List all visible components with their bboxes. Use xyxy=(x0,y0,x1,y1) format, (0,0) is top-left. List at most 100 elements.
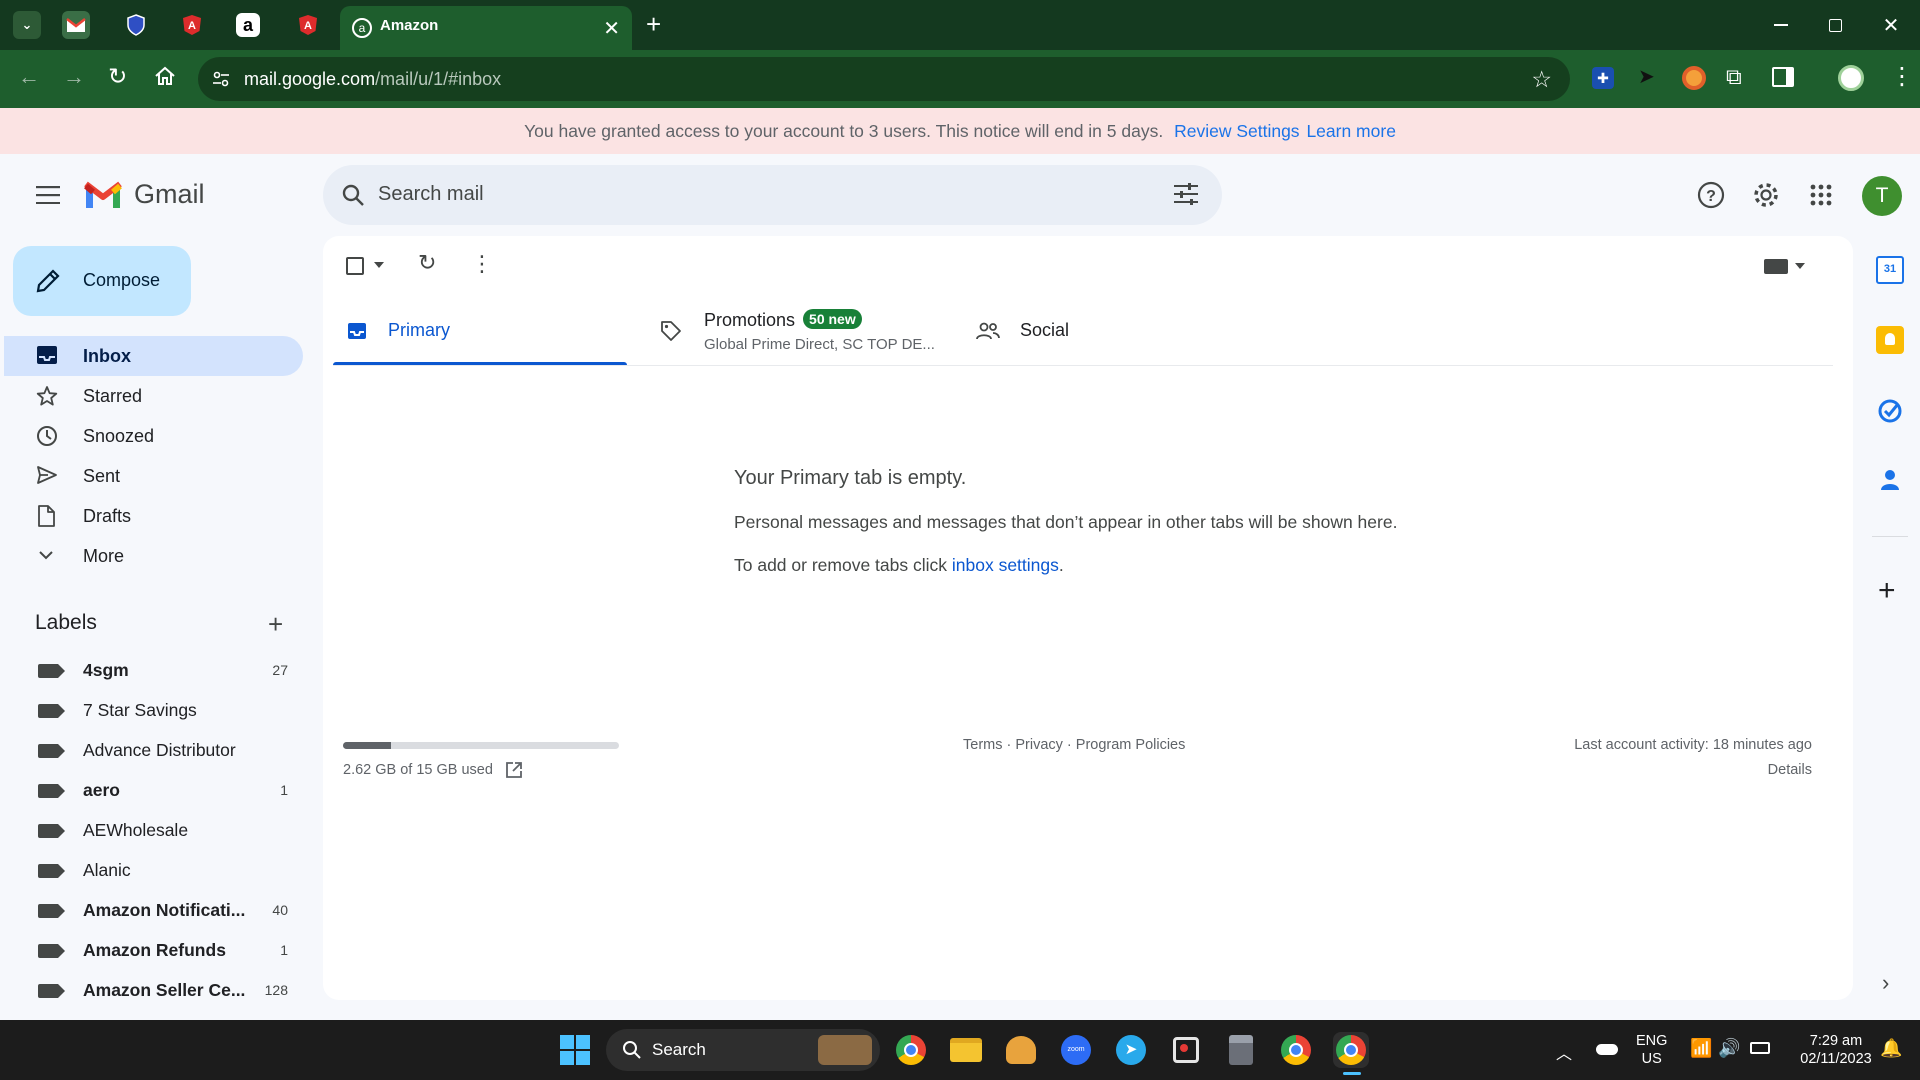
label-item[interactable]: Alanic xyxy=(0,850,300,890)
amazon-tab-icon[interactable]: a xyxy=(236,13,260,37)
label-item[interactable]: Amazon Refunds 1 xyxy=(0,930,300,970)
tab-search-button[interactable]: ⌄ xyxy=(13,11,41,39)
gmail-tab-icon[interactable] xyxy=(62,11,90,39)
telegram-icon[interactable]: ➤ xyxy=(1113,1032,1149,1068)
wifi-icon[interactable]: 📶 xyxy=(1690,1038,1712,1059)
restore-icon[interactable] xyxy=(1820,10,1850,40)
clock[interactable]: 7:29 am 02/11/2023 xyxy=(1788,1032,1884,1068)
help-icon[interactable]: ? xyxy=(1694,178,1728,212)
compose-button[interactable]: Compose xyxy=(13,246,191,316)
new-tab-icon[interactable]: + xyxy=(646,9,661,40)
forward-icon[interactable]: → xyxy=(63,64,85,90)
app-icon-orange[interactable] xyxy=(1003,1032,1039,1068)
extension-icon-3[interactable] xyxy=(1682,66,1706,90)
side-panel-icon[interactable] xyxy=(1772,67,1794,87)
empty-state-body: Personal messages and messages that don’… xyxy=(734,512,1398,532)
close-tab-icon[interactable]: ✕ xyxy=(603,16,620,41)
tasks-icon[interactable] xyxy=(1876,397,1904,425)
main-menu-icon[interactable] xyxy=(36,186,60,204)
reload-icon[interactable]: ↻ xyxy=(108,63,127,90)
contacts-icon[interactable] xyxy=(1876,466,1904,494)
angular-tab-icon-2[interactable]: A xyxy=(294,11,322,39)
tab-promotions[interactable]: Promotions 50 new Global Prime Direct, SC… xyxy=(640,298,940,366)
search-bar[interactable]: Search mail xyxy=(323,165,1222,225)
policy-links[interactable]: Terms · Privacy · Program Policies xyxy=(963,737,1185,753)
label-item[interactable]: Amazon Seller Ce... 128 xyxy=(0,970,300,1010)
inbox-settings-link[interactable]: inbox settings xyxy=(952,555,1059,575)
close-window-icon[interactable]: ✕ xyxy=(1876,10,1906,40)
windows-taskbar: Search zoom ➤ ︿ ENG US 📶 🔊 7:29 am 02/11/2… xyxy=(0,1020,1920,1080)
star-icon xyxy=(36,385,60,407)
review-settings-link[interactable]: Review Settings xyxy=(1174,121,1299,141)
nav-sent[interactable]: Sent xyxy=(4,456,303,496)
people-icon xyxy=(976,322,1000,340)
label-item[interactable]: Amazon Notificati... 40 xyxy=(0,890,300,930)
volume-icon[interactable]: 🔊 xyxy=(1718,1038,1740,1059)
language-indicator[interactable]: ENG US xyxy=(1636,1032,1667,1068)
settings-gear-icon[interactable] xyxy=(1749,178,1783,212)
get-addons-icon[interactable]: + xyxy=(1878,574,1896,608)
snipping-tool-icon[interactable] xyxy=(1168,1032,1204,1068)
label-item[interactable]: 7 Star Savings xyxy=(0,690,300,730)
label-item[interactable]: aero 1 xyxy=(0,770,300,810)
keep-icon[interactable] xyxy=(1876,326,1904,354)
home-icon[interactable] xyxy=(154,66,176,86)
select-all-checkbox[interactable] xyxy=(346,257,364,275)
address-bar[interactable]: mail.google.com/mail/u/1/#inbox ☆ xyxy=(198,57,1570,101)
extensions-puzzle-icon[interactable]: ⧉ xyxy=(1726,64,1742,90)
add-label-icon[interactable]: + xyxy=(268,609,283,640)
tray-overflow-icon[interactable]: ︿ xyxy=(1556,1040,1572,1064)
search-input[interactable]: Search mail xyxy=(378,183,484,206)
tab-social[interactable]: Social xyxy=(960,298,1200,366)
label-item[interactable]: 4sgm 27 xyxy=(0,650,300,690)
gmail-logo-text[interactable]: Gmail xyxy=(134,179,205,210)
calculator-icon[interactable] xyxy=(1223,1032,1259,1068)
keyboard-icon[interactable] xyxy=(1764,259,1788,274)
calendar-icon[interactable]: 31 xyxy=(1876,256,1904,284)
onedrive-icon[interactable] xyxy=(1596,1044,1618,1055)
profile-icon[interactable] xyxy=(1838,65,1864,91)
expand-side-panel-icon[interactable]: › xyxy=(1882,970,1889,996)
nav-snoozed[interactable]: Snoozed xyxy=(4,416,303,456)
gmail-logo-icon[interactable] xyxy=(83,180,123,210)
input-tools-dropdown-icon[interactable] xyxy=(1795,263,1805,269)
nav-drafts[interactable]: Drafts xyxy=(4,496,303,536)
account-avatar[interactable]: T xyxy=(1862,176,1902,216)
tab-primary[interactable]: Primary xyxy=(333,298,627,366)
nav-starred[interactable]: Starred xyxy=(4,376,303,416)
search-icon[interactable] xyxy=(341,183,365,207)
minimize-icon[interactable] xyxy=(1766,10,1796,40)
file-explorer-icon[interactable] xyxy=(948,1032,984,1068)
label-item[interactable]: Advance Distributor xyxy=(0,730,300,770)
battery-icon[interactable] xyxy=(1750,1042,1770,1054)
chrome-profile-taskbar-icon[interactable] xyxy=(1278,1032,1314,1068)
nav-inbox[interactable]: Inbox xyxy=(4,336,303,376)
shield-tab-icon[interactable] xyxy=(122,11,150,39)
taskbar-search[interactable]: Search xyxy=(606,1029,880,1071)
chrome-taskbar-icon[interactable] xyxy=(893,1032,929,1068)
label-item[interactable]: AEWholesale xyxy=(0,810,300,850)
zoom-icon[interactable]: zoom xyxy=(1058,1032,1094,1068)
refresh-icon[interactable]: ↻ xyxy=(418,250,436,276)
search-options-icon[interactable] xyxy=(1174,183,1198,205)
extension-icon-2[interactable]: ➤ xyxy=(1638,64,1655,89)
chrome-menu-icon[interactable]: ⋮ xyxy=(1890,62,1914,91)
back-icon[interactable]: ← xyxy=(18,64,40,90)
select-dropdown-icon[interactable] xyxy=(374,262,384,268)
activity-details-link[interactable]: Details xyxy=(1768,762,1812,778)
lang-line1: ENG xyxy=(1636,1033,1668,1049)
angular-tab-icon[interactable]: A xyxy=(178,11,206,39)
tab-amazon-active[interactable]: a Amazon ✕ xyxy=(340,6,632,50)
open-storage-icon[interactable] xyxy=(505,761,523,779)
chrome-active-taskbar-icon[interactable] xyxy=(1333,1032,1369,1068)
extension-icon-1[interactable]: ✚ xyxy=(1592,67,1614,89)
nav-more[interactable]: More xyxy=(4,536,303,576)
windows-start-icon[interactable] xyxy=(560,1035,590,1065)
more-options-icon[interactable]: ⋮ xyxy=(471,251,493,277)
apps-grid-icon[interactable] xyxy=(1804,178,1838,212)
site-settings-icon[interactable] xyxy=(212,70,230,88)
learn-more-link[interactable]: Learn more xyxy=(1306,121,1396,141)
label-name: Amazon Notificati... xyxy=(83,900,246,920)
notifications-bell-icon[interactable]: 🔔 xyxy=(1880,1038,1902,1059)
bookmark-star-icon[interactable]: ☆ xyxy=(1531,66,1552,93)
